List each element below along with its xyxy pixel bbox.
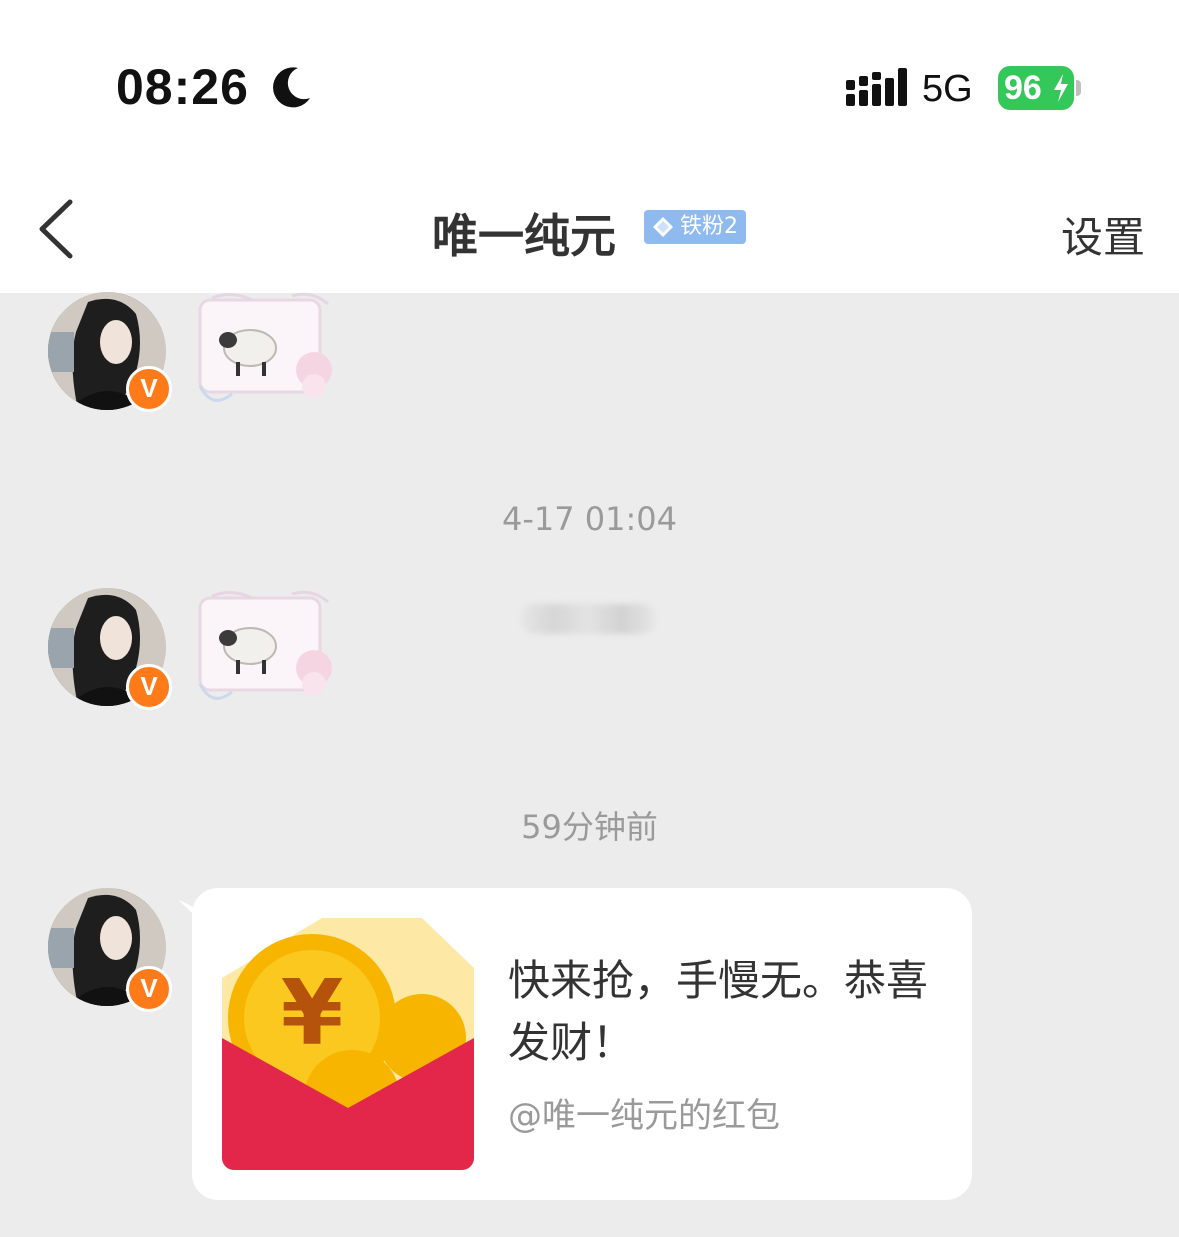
fan-level-badge: 铁粉2: [644, 210, 746, 244]
chat-title: 唯一纯元: [432, 209, 616, 263]
verified-v-badge: V: [126, 664, 172, 710]
red-packet-message[interactable]: ¥ 快来抢，手慢无。恭喜发财！ @唯一纯元的红包: [192, 888, 972, 1200]
network-type: 5G: [922, 68, 973, 110]
chat-header: 唯一纯元 铁粉2 设置: [0, 160, 1179, 293]
status-bar: 08:26 5G 96: [0, 0, 1179, 160]
back-chevron-icon[interactable]: [34, 198, 78, 260]
verified-v-badge: V: [126, 966, 172, 1012]
diamond-icon: [653, 217, 673, 237]
svg-text:¥: ¥: [281, 961, 344, 1066]
battery-level: 96: [1004, 69, 1042, 107]
timestamp-divider: 4-17 01:04: [501, 500, 677, 538]
verified-v-badge: V: [126, 366, 172, 412]
red-packet-image: ¥: [222, 918, 474, 1170]
blurred-text: [520, 604, 656, 634]
battery-tip: [1076, 80, 1081, 96]
red-packet-greeting: 快来抢，手慢无。恭喜发财！: [508, 956, 929, 1067]
fan-badge-label: 铁粉2: [680, 214, 738, 239]
settings-button[interactable]: 设置: [1061, 204, 1145, 265]
status-time: 08:26: [116, 59, 249, 115]
sheep-sticker[interactable]: [192, 588, 350, 716]
red-packet-sender: @唯一纯元的红包: [508, 1096, 780, 1136]
signal-icon: [846, 68, 907, 106]
timestamp-divider: 59分钟前: [521, 808, 658, 846]
red-packet-icon: ¥: [222, 918, 474, 1170]
sheep-sticker[interactable]: [192, 290, 350, 418]
moon-icon: [273, 67, 310, 108]
charging-icon: [1054, 74, 1068, 102]
